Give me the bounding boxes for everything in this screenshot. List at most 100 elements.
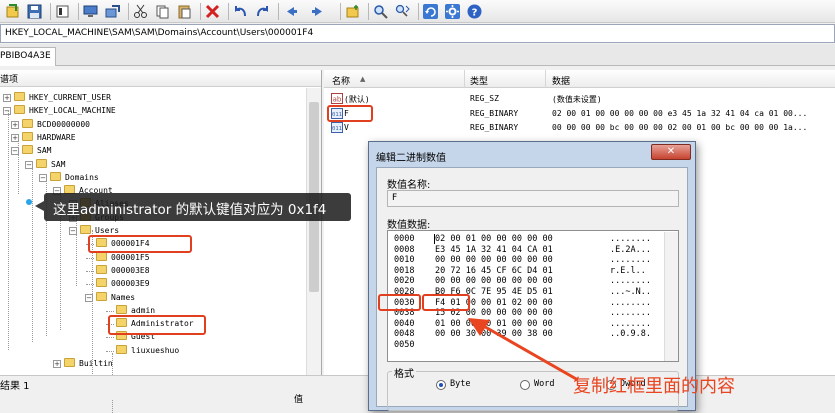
hex-bytes[interactable]: 02 00 01 00 00 00 00 00 bbox=[435, 234, 610, 244]
hex-ascii: ........ bbox=[610, 297, 651, 308]
expand-icon[interactable]: + bbox=[53, 360, 61, 368]
radio-icon bbox=[436, 380, 446, 390]
tree-node[interactable]: SAM bbox=[22, 145, 51, 158]
value-row[interactable]: ab (默认) REG_SZ (数值未设置) bbox=[324, 92, 835, 106]
redo-button[interactable] bbox=[254, 3, 271, 20]
tree-node[interactable]: HKEY_LOCAL_MACHINE bbox=[14, 105, 116, 118]
value-name-field[interactable]: F bbox=[387, 190, 679, 207]
undo-icon bbox=[235, 6, 246, 17]
hex-offset: 0010 bbox=[394, 255, 415, 266]
expand-icon[interactable]: + bbox=[11, 120, 19, 129]
folder-icon bbox=[116, 304, 127, 314]
tree-node[interactable]: BCD00000000 bbox=[22, 118, 90, 132]
hex-ascii: r.E.l.. bbox=[610, 265, 646, 276]
dialog-title: 编辑二进制数值 bbox=[376, 153, 446, 164]
tree-node[interactable]: Names bbox=[96, 291, 136, 305]
import-button[interactable] bbox=[4, 3, 21, 20]
export-button[interactable] bbox=[104, 3, 121, 20]
folder-icon bbox=[22, 118, 33, 128]
tree-node[interactable]: Domains bbox=[50, 171, 99, 185]
tree-node[interactable]: 000003E9 bbox=[96, 278, 150, 291]
svg-text:ab: ab bbox=[333, 96, 342, 104]
tree-node-label: SAM bbox=[37, 146, 52, 156]
tree-node[interactable]: Builtin bbox=[64, 358, 113, 371]
tab-hive[interactable]: PBIBO4A3E bbox=[0, 47, 56, 66]
value-row[interactable]: 011 V REG_BINARY 00 00 00 00 bc 00 00 00 02… bbox=[324, 121, 835, 135]
value-data: 02 00 01 00 00 00 00 00 e3 45 1a 32 41 0… bbox=[552, 108, 808, 118]
toolbar-separator bbox=[418, 3, 419, 20]
delete-button[interactable] bbox=[204, 3, 221, 20]
tree-node[interactable]: liuxueshuo bbox=[116, 344, 179, 358]
find-icon bbox=[374, 5, 388, 19]
back-button[interactable] bbox=[282, 3, 299, 20]
tree-connector bbox=[18, 134, 19, 194]
folder-icon bbox=[64, 358, 75, 367]
help-icon: ? bbox=[467, 4, 482, 19]
folder-icon bbox=[96, 278, 107, 288]
hex-scrollbar[interactable] bbox=[664, 232, 678, 361]
help-button[interactable]: ? bbox=[466, 3, 483, 20]
hex-offset: 0008 bbox=[394, 244, 415, 255]
column-header-type[interactable]: 类型 bbox=[470, 74, 488, 87]
toolbar: ? bbox=[0, 0, 835, 23]
copy-button[interactable] bbox=[154, 3, 171, 20]
cut-button[interactable] bbox=[132, 3, 149, 20]
hex-bytes[interactable]: 00 00 00 00 00 00 00 00 bbox=[435, 255, 610, 265]
tree-node[interactable]: 000001F5 bbox=[96, 251, 150, 265]
save-button[interactable] bbox=[26, 3, 43, 20]
tree-node[interactable]: SAM bbox=[36, 158, 65, 172]
tree-node[interactable]: 000003E8 bbox=[96, 264, 150, 278]
hex-ascii: .E.2A... bbox=[610, 244, 651, 255]
refresh-button[interactable] bbox=[422, 3, 439, 20]
value-data: 00 00 00 00 bc 00 00 00 02 00 01 00 bc 0… bbox=[552, 123, 808, 132]
highlight-offset-0030 bbox=[378, 294, 421, 311]
paste-button[interactable] bbox=[176, 3, 193, 20]
settings-button[interactable] bbox=[444, 3, 461, 20]
find-button[interactable] bbox=[372, 3, 389, 20]
computer-button[interactable] bbox=[82, 3, 99, 20]
column-header-data[interactable]: 数据 bbox=[552, 74, 570, 87]
hex-ascii: ........ bbox=[610, 234, 651, 244]
save-icon bbox=[27, 4, 42, 19]
format-legend: 格式 bbox=[392, 365, 416, 380]
tree-node[interactable]: HKEY_CURRENT_USER bbox=[14, 92, 111, 105]
column-header-name[interactable]: 名称 bbox=[332, 74, 350, 87]
address-bar[interactable]: HKEY_LOCAL_MACHINE\SAM\SAM\Domains\Accou… bbox=[0, 24, 835, 43]
annotation-caption: 复制红框里面的内容 bbox=[573, 376, 735, 397]
folder-icon bbox=[36, 158, 47, 168]
hex-bytes[interactable]: 00 00 00 00 00 00 00 00 bbox=[435, 276, 610, 286]
find-next-button[interactable] bbox=[394, 3, 411, 20]
tree-scrollbar[interactable] bbox=[306, 88, 321, 375]
tree-connector bbox=[106, 310, 114, 312]
forward-icon bbox=[312, 7, 322, 16]
folder-icon bbox=[116, 344, 127, 354]
close-button[interactable]: ✕ bbox=[651, 144, 691, 160]
tree-node-label: BCD00000000 bbox=[37, 119, 90, 129]
tab-strip: PBIBO4A3E bbox=[0, 44, 835, 66]
hex-ascii: ...~.N.. bbox=[610, 287, 651, 297]
forward-button[interactable] bbox=[310, 3, 327, 20]
value-data: (数值未设置) bbox=[552, 95, 602, 104]
bookmark-button[interactable] bbox=[54, 3, 71, 20]
hex-ascii: ..0.9.8. bbox=[610, 329, 651, 340]
highlight-bytes-f4-01 bbox=[422, 294, 470, 311]
value-row[interactable]: 011 F REG_BINARY 02 00 01 00 00 00 00 00 e3… bbox=[324, 107, 835, 121]
toolbar-separator bbox=[368, 3, 369, 20]
expand-icon[interactable]: + bbox=[3, 94, 11, 102]
highlight-value-f bbox=[327, 105, 373, 122]
new-key-button[interactable] bbox=[344, 3, 361, 20]
collapse-icon[interactable]: − bbox=[3, 107, 11, 116]
value-name: V bbox=[344, 123, 349, 132]
cut-icon bbox=[134, 4, 147, 18]
tree-node-label: Domains bbox=[65, 172, 99, 182]
undo-button[interactable] bbox=[232, 3, 249, 20]
tree-node-label: Names bbox=[111, 292, 136, 302]
hex-bytes[interactable]: E3 45 1A 32 41 04 CA 01 bbox=[435, 245, 610, 255]
tree-node-label: HKEY_LOCAL_MACHINE bbox=[29, 106, 116, 116]
svg-text:?: ? bbox=[472, 8, 478, 19]
folder-icon bbox=[50, 171, 61, 181]
delete-icon bbox=[205, 4, 220, 19]
tree-node[interactable]: HARDWARE bbox=[22, 131, 76, 145]
hex-bytes[interactable]: 20 72 16 45 CF 6C D4 01 bbox=[435, 266, 610, 276]
hex-ascii: ........ bbox=[610, 276, 651, 287]
